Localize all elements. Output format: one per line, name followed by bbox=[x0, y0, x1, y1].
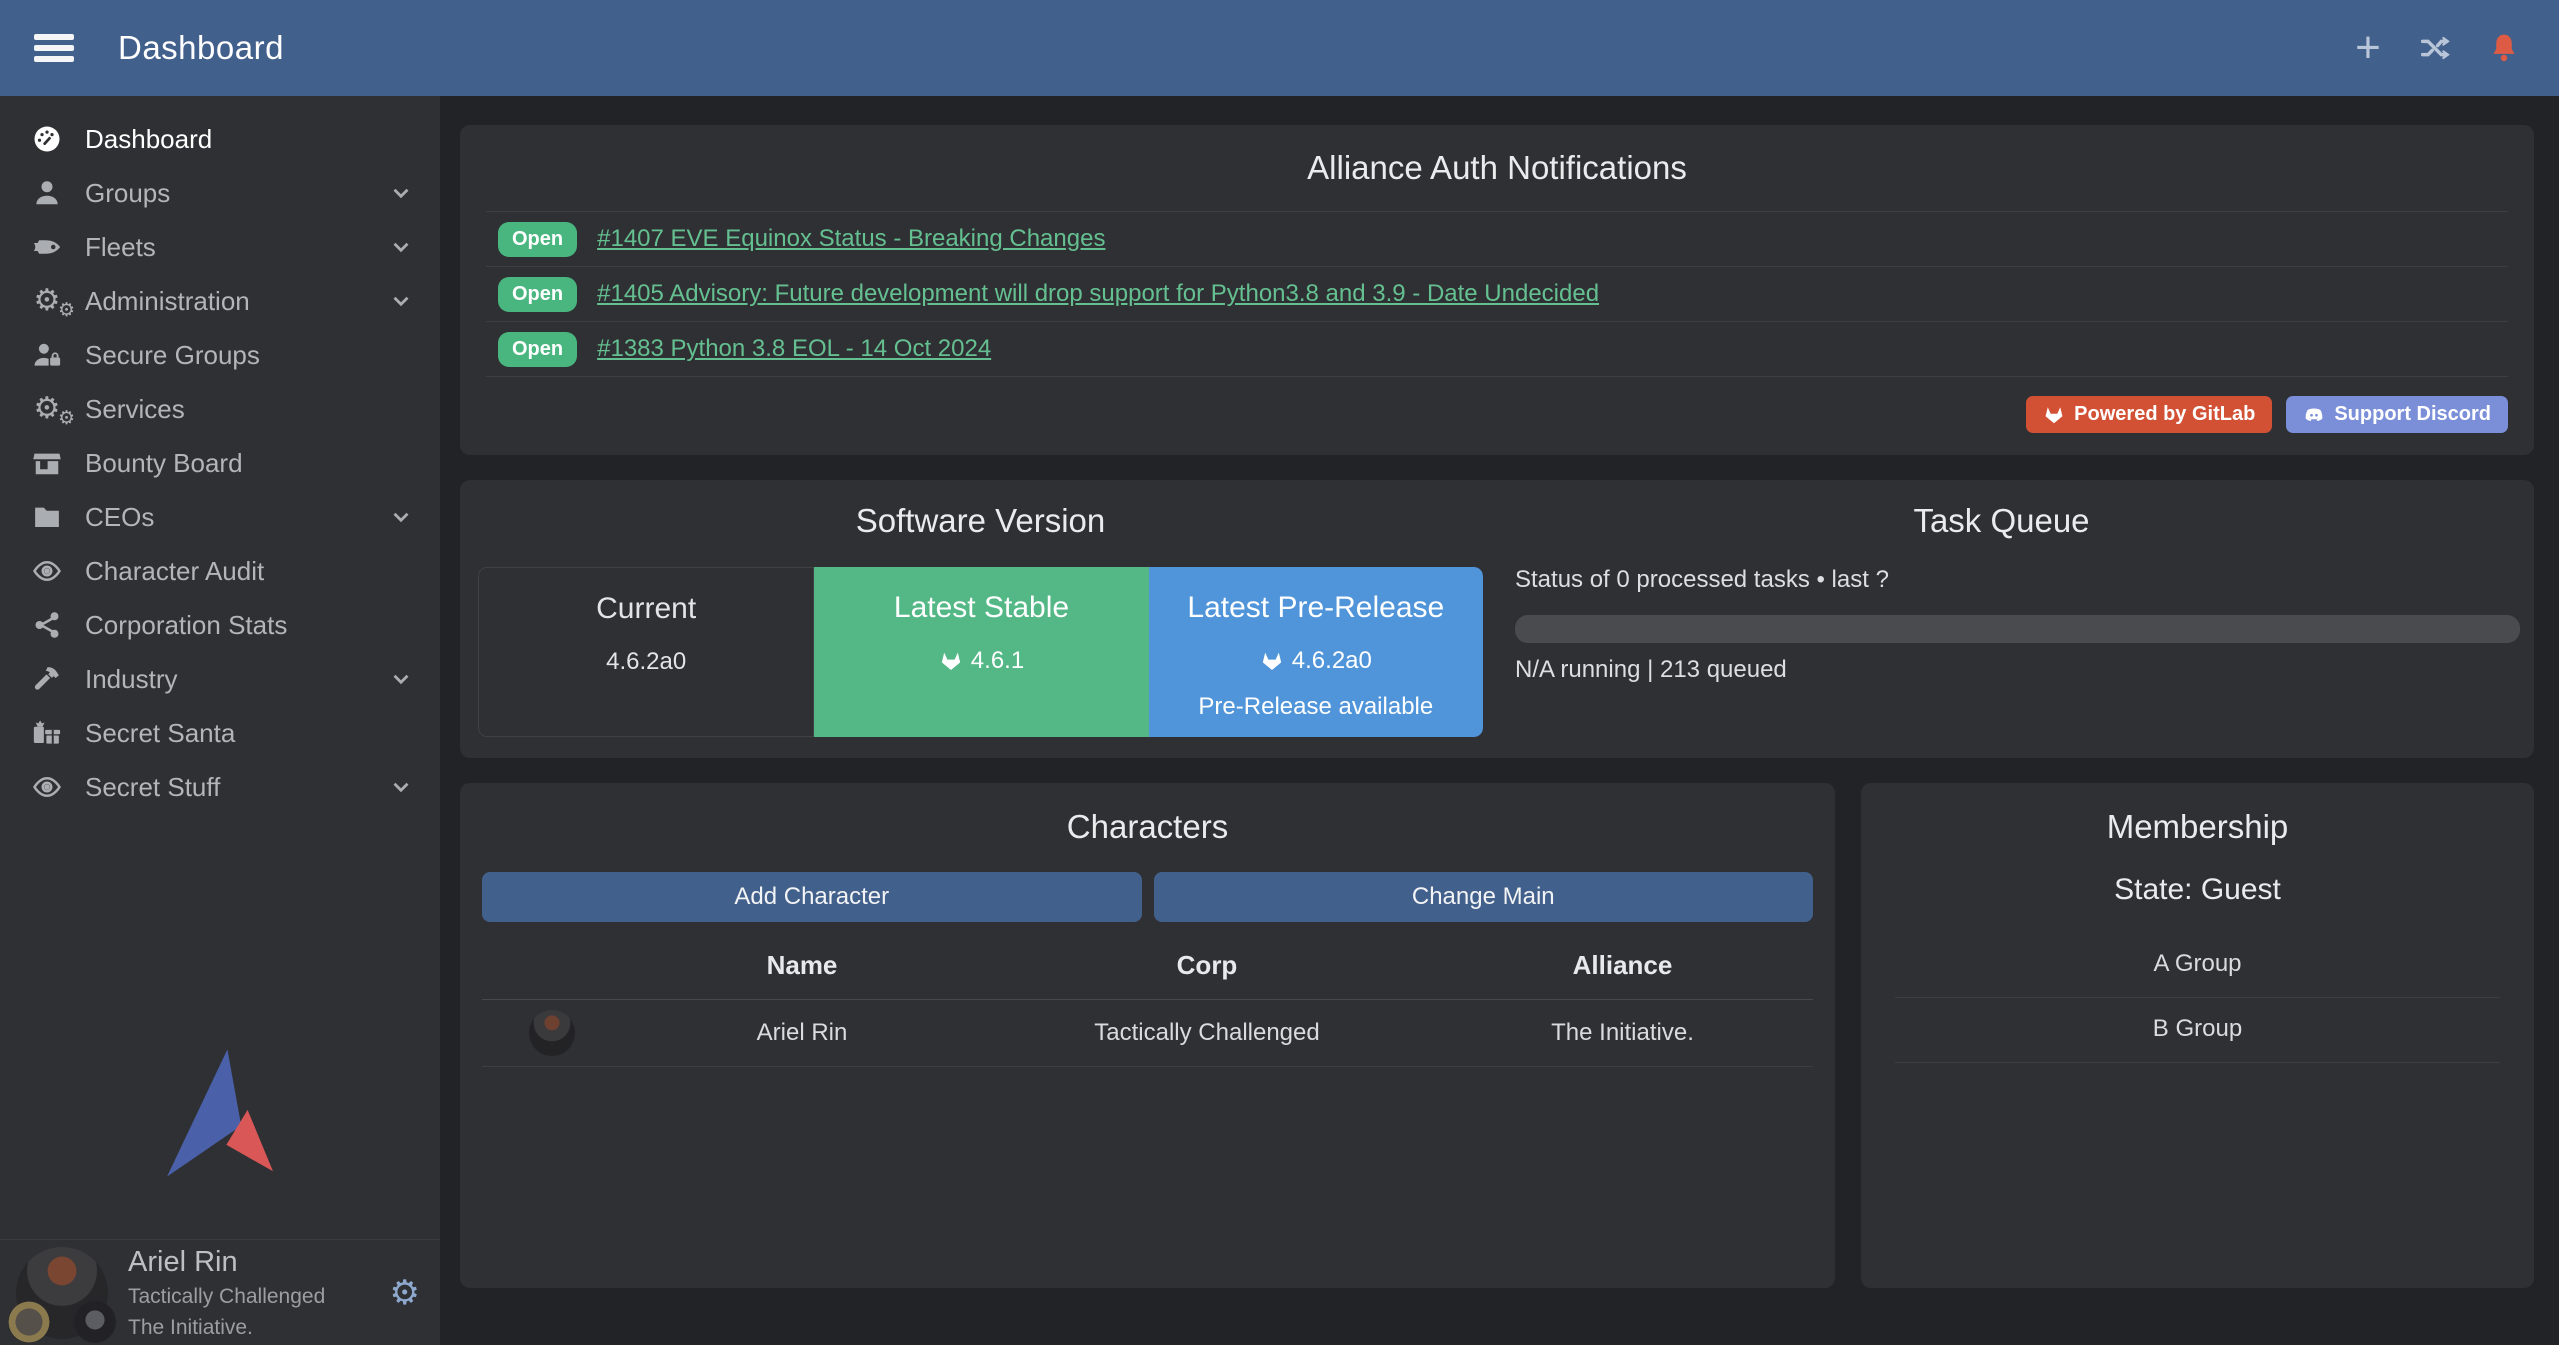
characters-table: Name Corp Alliance Ariel Rin Tactically … bbox=[482, 936, 1813, 1067]
corp-logo-badge bbox=[8, 1301, 50, 1343]
sidebar-item-services[interactable]: ⚙⚙ Services bbox=[0, 382, 440, 436]
settings-gear-icon[interactable]: ⚙ bbox=[390, 1273, 420, 1313]
col-header-alliance: Alliance bbox=[1432, 936, 1813, 1000]
status-badge: Open bbox=[498, 222, 577, 257]
gitlab-tanuki-icon bbox=[1260, 649, 1284, 673]
group-list-item: B Group bbox=[1895, 998, 2500, 1063]
software-version-section: Software Version Current 4.6.2a0 Latest … bbox=[478, 502, 1483, 758]
task-queue-status: Status of 0 processed tasks • last ? bbox=[1515, 566, 2520, 594]
notifications-title: Alliance Auth Notifications bbox=[486, 149, 2508, 187]
characters-title: Characters bbox=[482, 808, 1813, 846]
alliance-logo-badge bbox=[74, 1301, 116, 1343]
notifications-panel: Alliance Auth Notifications Open #1407 E… bbox=[460, 125, 2534, 455]
sidebar-item-bounty-board[interactable]: Bounty Board bbox=[0, 436, 440, 490]
gifts-icon bbox=[26, 718, 68, 748]
gauge-icon bbox=[26, 124, 68, 154]
notification-link[interactable]: #1405 Advisory: Future development will … bbox=[597, 280, 1599, 308]
folder-icon bbox=[26, 502, 68, 532]
notification-link[interactable]: #1407 EVE Equinox Status - Breaking Chan… bbox=[597, 225, 1105, 253]
character-corp: Tactically Challenged bbox=[982, 1000, 1432, 1067]
chevron-down-icon bbox=[388, 288, 414, 314]
spaceship-icon bbox=[26, 232, 68, 262]
sidebar: Dashboard Groups Fleets ⚙⚙ Administratio… bbox=[0, 96, 440, 1345]
gears-icon: ⚙⚙ bbox=[26, 394, 68, 424]
sidebar-item-secret-stuff[interactable]: Secret Stuff bbox=[0, 760, 440, 814]
chevron-down-icon bbox=[388, 504, 414, 530]
version-cell-latest-stable: Latest Stable 4.6.1 bbox=[814, 567, 1148, 737]
top-navbar: Dashboard + bbox=[0, 0, 2559, 96]
version-taskqueue-panel: Software Version Current 4.6.2a0 Latest … bbox=[460, 480, 2534, 758]
notification-link[interactable]: #1383 Python 3.8 EOL - 14 Oct 2024 bbox=[597, 335, 991, 363]
task-queue-title: Task Queue bbox=[1483, 502, 2520, 540]
alliance-auth-logo bbox=[0, 1049, 440, 1177]
user-avatar bbox=[16, 1247, 108, 1339]
add-character-button[interactable]: Add Character bbox=[482, 872, 1142, 922]
character-portrait bbox=[529, 1010, 575, 1056]
status-badge: Open bbox=[498, 332, 577, 367]
membership-panel: Membership State: Guest A Group B Group bbox=[1861, 783, 2534, 1288]
notification-row: Open #1405 Advisory: Future development … bbox=[486, 267, 2508, 322]
gitlab-tanuki-icon bbox=[939, 649, 963, 673]
notifications-bell-icon[interactable] bbox=[2487, 31, 2521, 65]
group-list-item: A Group bbox=[1895, 933, 2500, 998]
character-alliance: The Initiative. bbox=[1432, 1000, 1813, 1067]
eye-icon bbox=[26, 556, 68, 586]
version-cell-current: Current 4.6.2a0 bbox=[478, 567, 814, 737]
support-discord-badge[interactable]: Support Discord bbox=[2286, 396, 2508, 433]
gitlab-tanuki-icon bbox=[2043, 404, 2065, 426]
chevron-down-icon bbox=[388, 666, 414, 692]
notification-row: Open #1383 Python 3.8 EOL - 14 Oct 2024 bbox=[486, 322, 2508, 377]
sidebar-item-dashboard[interactable]: Dashboard bbox=[0, 112, 440, 166]
change-main-button[interactable]: Change Main bbox=[1154, 872, 1814, 922]
shuffle-icon[interactable] bbox=[2419, 31, 2453, 65]
software-version-title: Software Version bbox=[478, 502, 1483, 540]
chevron-down-icon bbox=[388, 234, 414, 260]
sidebar-item-secret-santa[interactable]: Secret Santa bbox=[0, 706, 440, 760]
user-alliance: The Initiative. bbox=[128, 1315, 325, 1341]
hammer-icon bbox=[26, 664, 68, 694]
share-nodes-icon bbox=[26, 610, 68, 640]
task-queue-counts: N/A running | 213 queued bbox=[1515, 656, 2520, 684]
version-cell-latest-prerelease: Latest Pre-Release 4.6.2a0 Pre-Release a… bbox=[1149, 567, 1483, 737]
gears-icon: ⚙⚙ bbox=[26, 286, 68, 316]
user-lock-icon bbox=[26, 340, 68, 370]
shop-icon bbox=[26, 448, 68, 478]
status-badge: Open bbox=[498, 277, 577, 312]
sidebar-item-industry[interactable]: Industry bbox=[0, 652, 440, 706]
characters-panel: Characters Add Character Change Main Nam… bbox=[460, 783, 1835, 1288]
sidebar-item-fleets[interactable]: Fleets bbox=[0, 220, 440, 274]
sidebar-item-secure-groups[interactable]: Secure Groups bbox=[0, 328, 440, 382]
membership-title: Membership bbox=[1895, 808, 2500, 846]
hamburger-menu-icon[interactable] bbox=[34, 34, 74, 62]
chevron-down-icon bbox=[388, 180, 414, 206]
table-row: Ariel Rin Tactically Challenged The Init… bbox=[482, 1000, 1813, 1067]
version-table: Current 4.6.2a0 Latest Stable 4.6.1 Late… bbox=[478, 567, 1483, 737]
membership-state: State: Guest bbox=[1895, 873, 2500, 907]
page-title: Dashboard bbox=[118, 29, 284, 67]
add-icon[interactable]: + bbox=[2351, 31, 2385, 65]
user-panel: Ariel Rin Tactically Challenged The Init… bbox=[0, 1239, 440, 1345]
sidebar-item-administration[interactable]: ⚙⚙ Administration bbox=[0, 274, 440, 328]
col-header-name: Name bbox=[622, 936, 982, 1000]
sidebar-item-groups[interactable]: Groups bbox=[0, 166, 440, 220]
chevron-down-icon bbox=[388, 774, 414, 800]
notification-row: Open #1407 EVE Equinox Status - Breaking… bbox=[486, 212, 2508, 267]
discord-icon bbox=[2303, 404, 2325, 426]
user-icon bbox=[26, 178, 68, 208]
col-header-corp: Corp bbox=[982, 936, 1432, 1000]
character-name: Ariel Rin bbox=[622, 1000, 982, 1067]
eye-icon bbox=[26, 772, 68, 802]
task-queue-progressbar bbox=[1515, 615, 2520, 643]
user-corp: Tactically Challenged bbox=[128, 1284, 325, 1310]
task-queue-section: Task Queue Status of 0 processed tasks •… bbox=[1483, 502, 2520, 758]
powered-by-gitlab-badge[interactable]: Powered by GitLab bbox=[2026, 396, 2272, 433]
sidebar-item-corporation-stats[interactable]: Corporation Stats bbox=[0, 598, 440, 652]
user-name: Ariel Rin bbox=[128, 1244, 325, 1280]
sidebar-item-character-audit[interactable]: Character Audit bbox=[0, 544, 440, 598]
main-content: Alliance Auth Notifications Open #1407 E… bbox=[440, 96, 2559, 1345]
sidebar-item-ceos[interactable]: CEOs bbox=[0, 490, 440, 544]
